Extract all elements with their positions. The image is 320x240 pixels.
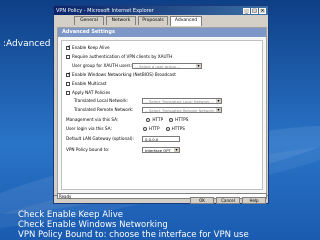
multicast-label: Enable Multicast (72, 81, 107, 86)
panel-heading: Advanced Settings (58, 28, 266, 37)
mgmt-https-label: HTTPS (175, 117, 189, 122)
user-group-row: User group for XAUTH users: (72, 63, 132, 68)
cancel-button[interactable]: Cancel (216, 197, 240, 204)
bound-select[interactable]: Interface OPT (142, 147, 180, 153)
login-row: User login via this SA: HTTP HTTPS (66, 126, 185, 131)
advanced-settings-panel: Advanced Settings Enable Keep Alive Requ… (57, 27, 267, 195)
xauth-label: Require authentication of VPN clients by… (72, 54, 173, 59)
multicast-row: Enable Multicast (66, 81, 107, 86)
mgmt-https-radio[interactable] (169, 117, 174, 122)
login-http-label: HTTP (148, 126, 160, 131)
login-https-label: HTTPS (171, 126, 185, 131)
caption-line-3: VPN Policy Bound to: choose the interfac… (18, 230, 249, 240)
maximize-button[interactable]: □ (251, 7, 258, 14)
keep-alive-label: Enable Keep Alive (72, 45, 110, 50)
xauth-row: Require authentication of VPN clients by… (66, 54, 172, 59)
caption-line-2: Check Enable Windows Networking (18, 220, 168, 230)
xauth-checkbox[interactable] (66, 54, 70, 59)
mgmt-row: Management via this SA: HTTP HTTPS (66, 117, 188, 122)
close-button[interactable]: × (259, 7, 266, 14)
gateway-input[interactable]: 0.0.0.0 (142, 136, 180, 142)
gateway-label: Default LAN Gateway (optional): (66, 136, 134, 141)
tab-advanced[interactable]: Advanced (170, 16, 202, 26)
login-https-radio[interactable] (165, 126, 170, 131)
slide-title: :Advanced (3, 39, 51, 49)
netbios-row: Enable Windows Networking (NetBIOS) Broa… (66, 72, 176, 77)
netbios-checkbox[interactable] (66, 72, 71, 77)
bound-label: VPN Policy bound to: (66, 147, 110, 152)
bound-row: VPN Policy bound to: (66, 147, 109, 152)
minimize-button[interactable]: _ (243, 7, 250, 14)
netbios-label: Enable Windows Networking (NetBIOS) Broa… (72, 72, 176, 77)
caption-line-1: Check Enable Keep Alive (18, 210, 124, 220)
tab-strip: General Network Proposals Advanced (54, 15, 268, 26)
local-net-row: Translated Local Network: (74, 98, 128, 103)
remote-net-select[interactable]: -- Select Translated Remote Network -- (142, 107, 222, 113)
ok-button[interactable]: OK (190, 197, 214, 204)
login-label: User login via this SA: (66, 126, 112, 131)
remote-net-row: Translated Remote Network: (74, 107, 133, 112)
keep-alive-row: Enable Keep Alive (66, 45, 110, 50)
local-net-select[interactable]: -- Select Translated Local Network -- (142, 98, 222, 104)
user-group-label: User group for XAUTH users: (72, 63, 133, 68)
user-group-select[interactable]: -- Select a user group -- (132, 63, 202, 69)
mgmt-label: Management via this SA: (66, 117, 119, 122)
remote-net-label: Translated Remote Network: (74, 107, 134, 112)
window-titlebar: VPN Policy - Microsoft Internet Explorer… (54, 6, 268, 15)
login-http-radio[interactable] (142, 126, 147, 131)
mgmt-http-radio[interactable] (146, 117, 151, 122)
help-button[interactable]: Help (242, 197, 266, 204)
vpn-policy-window: VPN Policy - Microsoft Internet Explorer… (53, 5, 269, 204)
tab-proposals[interactable]: Proposals (138, 16, 168, 25)
nat-row: Apply NAT Policies (66, 90, 110, 95)
multicast-checkbox[interactable] (66, 81, 70, 86)
keep-alive-checkbox[interactable] (66, 45, 71, 50)
tab-network[interactable]: Network (106, 16, 136, 25)
gateway-row: Default LAN Gateway (optional): (66, 136, 134, 141)
window-title: VPN Policy - Microsoft Internet Explorer (56, 7, 154, 14)
tab-general[interactable]: General (74, 16, 104, 25)
mgmt-http-label: HTTP (152, 117, 164, 122)
settings-frame: Enable Keep Alive Require authentication… (61, 40, 263, 190)
nat-label: Apply NAT Policies (72, 90, 111, 95)
local-net-label: Translated Local Network: (74, 98, 129, 103)
nat-checkbox[interactable] (66, 90, 70, 95)
